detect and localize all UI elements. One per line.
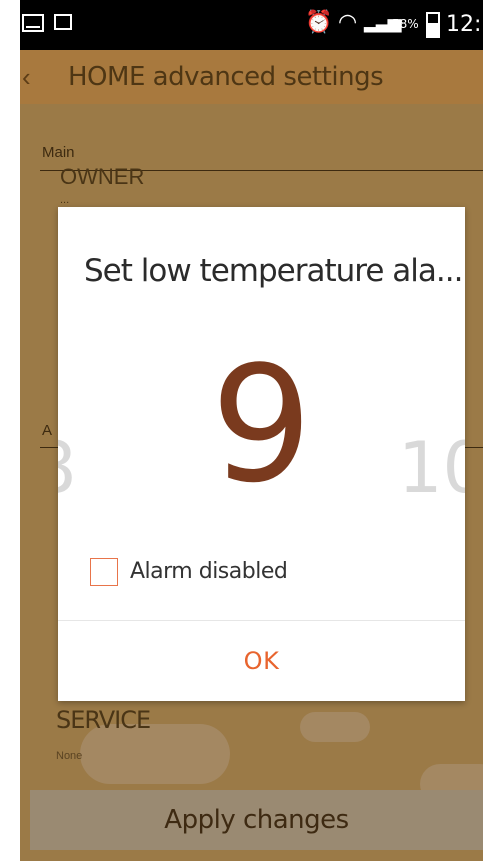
owner-label[interactable]: OWNER — [60, 164, 144, 190]
section-header-main: Main — [42, 144, 75, 161]
dialog-title: Set low temperature ala... — [84, 253, 463, 289]
image-icon — [54, 14, 72, 30]
chevron-left-icon[interactable]: ‹ — [22, 62, 31, 93]
clock-time: 12:36 — [446, 12, 483, 37]
ok-button[interactable]: OK — [58, 621, 465, 701]
app-header: ‹ HOME advanced settings — [20, 50, 483, 104]
screen: ⏰ ◠ ▂▃▅ 58% 12:36 ‹ HOME advanced settin… — [20, 0, 483, 861]
cloud-decoration — [300, 712, 370, 742]
alarm-disabled-checkbox[interactable] — [90, 558, 118, 586]
page-title: HOME advanced settings — [68, 62, 384, 92]
service-label[interactable]: SERVICE — [56, 706, 151, 734]
status-bar: ⏰ ◠ ▂▃▅ 58% 12:36 — [20, 0, 483, 50]
alarm-clock-icon: ⏰ — [305, 10, 333, 35]
number-picker[interactable]: 8 9 10 — [58, 337, 465, 567]
wifi-icon: ◠ — [338, 10, 358, 35]
picker-next-value[interactable]: 10 — [398, 427, 465, 509]
alarm-disabled-label[interactable]: Alarm disabled — [130, 559, 288, 584]
owner-value: ... — [60, 194, 70, 206]
section-header-a: A — [42, 422, 53, 439]
apply-changes-button[interactable]: Apply changes — [30, 790, 483, 850]
service-value: None — [56, 750, 83, 762]
mail-icon — [22, 14, 44, 32]
temperature-alarm-dialog: Set low temperature ala... 8 9 10 Alarm … — [58, 207, 465, 701]
battery-percent: 58% — [392, 17, 419, 31]
battery-icon — [426, 12, 440, 38]
